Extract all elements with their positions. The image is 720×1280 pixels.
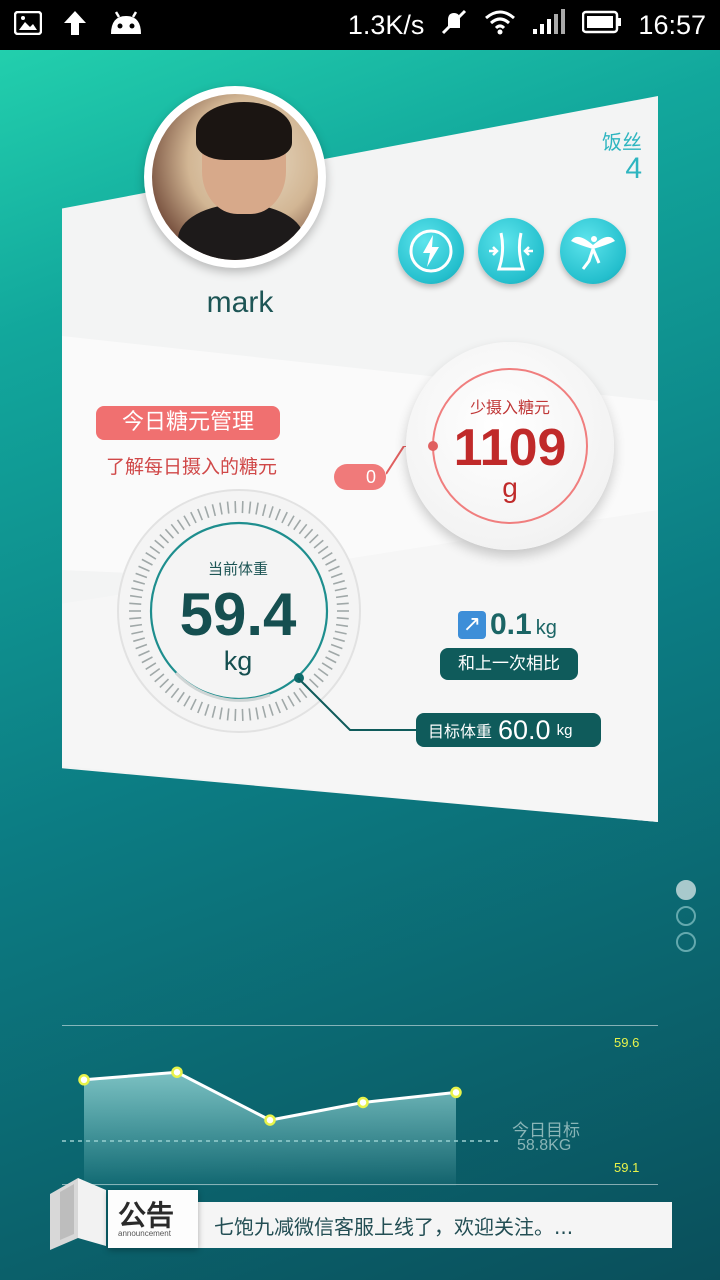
sugar-management-subtitle: 了解每日摄入的糖元 [106,456,278,478]
status-bar: 1.3K/s 16:57 [0,0,720,50]
page-dot-2[interactable] [676,906,696,926]
mute-icon [440,8,468,43]
target-unit: kg [556,721,573,739]
gauge-tick [129,602,142,605]
target-connector-line [297,677,420,731]
username: mark [206,286,274,319]
chart-point-2 [171,1066,183,1078]
gauge-tick [336,602,349,605]
weight-unit: kg [223,646,253,676]
weight-trend-chart [62,1066,498,1186]
sugar-label: 少摄入糖元 [469,398,550,417]
chart-point-5 [450,1086,462,1099]
page-dot-3[interactable] [676,932,696,952]
page-dot-1[interactable] [676,880,696,900]
delta-unit: kg [535,617,557,639]
page-indicator [676,880,696,952]
delta-value: 0.1 [490,608,532,641]
notice-text: 七饱九减微信客服上线了，欢迎关注。... [214,1214,574,1239]
gauge-tick [336,617,349,620]
sugar-management-title[interactable]: 今日糖元管理 [96,406,280,440]
weight-delta: ↗ 0.1 kg [458,608,557,642]
sugar-unit: g [502,472,518,503]
target-label: 目标体重 [428,722,493,741]
chart-point-1 [78,1074,90,1086]
avatar-photo [152,94,318,260]
goal-value: 58.8KG [517,1137,572,1154]
gauge-tick [129,617,142,620]
fans-label: 饭丝 [602,130,642,154]
image-icon [13,10,43,40]
android-icon [108,10,144,41]
sugar-intake-pill: 0 [334,464,386,490]
network-speed: 1.3K/s [347,9,425,40]
target-value: 60.0 [498,714,551,745]
compare-label: 和上一次相比 [440,648,578,680]
chart-area [84,1072,456,1186]
y-tick-max: 59.6 [614,1035,640,1050]
angel-badge-icon[interactable] [560,218,626,284]
clock: 16:57 [638,9,706,40]
notice-bar[interactable]: 七饱九减微信客服上线了，欢迎关注。... [196,1202,672,1248]
battery-icon [582,10,622,41]
arrow-up-right-icon: ↗ [458,611,486,639]
notice-title: 公告 [118,1199,175,1232]
ultimate-winner-badge-icon[interactable] [398,218,464,284]
target-weight-pill[interactable]: 目标体重 60.0 kg [416,713,601,747]
avatar[interactable] [144,86,326,268]
upload-arrow-icon [62,9,88,42]
y-tick-min: 59.1 [614,1160,640,1175]
wifi-icon [484,9,516,42]
chart-point-4 [357,1096,369,1109]
waist-slim-badge-icon[interactable] [478,218,544,284]
signal-icon [532,8,566,42]
sugar-value: 1109 [453,419,567,477]
fans-count[interactable]: 4 [625,152,642,186]
chart-point-3 [264,1114,276,1126]
weight-value: 59.4 [179,581,297,648]
notice-book-icon [50,1178,106,1250]
weight-label: 当前体重 [207,560,268,578]
notice-subtitle: announcement [118,1229,171,1238]
